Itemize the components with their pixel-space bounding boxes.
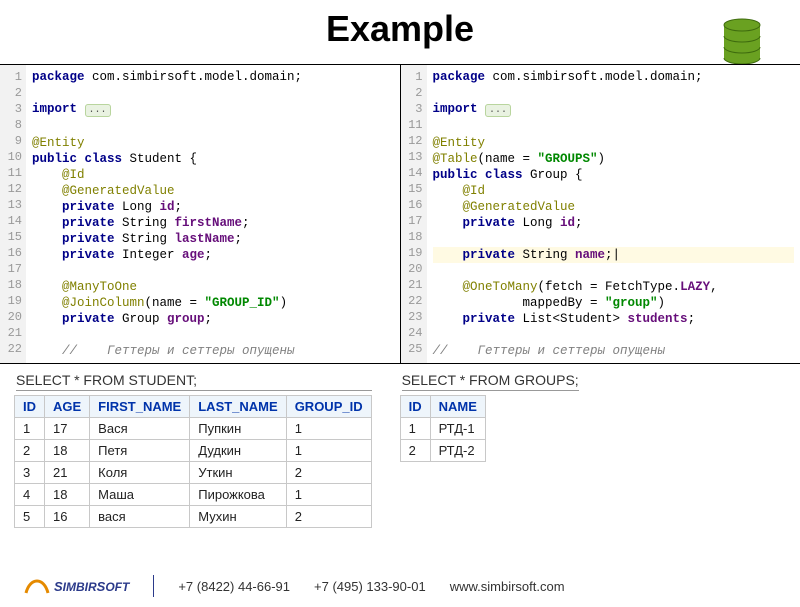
table-header: AGE xyxy=(45,396,90,418)
footer-phone-1: +7 (8422) 44-66-91 xyxy=(178,579,290,594)
table-header: NAME xyxy=(430,396,485,418)
table-title: SELECT * FROM STUDENT; xyxy=(16,372,372,391)
line-numbers: 1238910111213141516171819202122 xyxy=(0,65,26,363)
table-student: IDAGEFIRST_NAMELAST_NAMEGROUP_ID117ВасяП… xyxy=(14,395,372,528)
tables-row: SELECT * FROM STUDENT; IDAGEFIRST_NAMELA… xyxy=(0,370,800,528)
code-panel-group: 123111213141516171819202122232425 packag… xyxy=(401,65,800,363)
code-panels: 1238910111213141516171819202122 package … xyxy=(0,64,800,364)
table-block-student: SELECT * FROM STUDENT; IDAGEFIRST_NAMELA… xyxy=(14,370,372,528)
table-row: 321КоляУткин2 xyxy=(15,462,372,484)
swoosh-icon xyxy=(24,575,50,597)
code-area: package com.simbirsoft.model.domain; imp… xyxy=(26,65,400,363)
code-area: package com.simbirsoft.model.domain; imp… xyxy=(427,65,800,363)
table-header: ID xyxy=(15,396,45,418)
footer-site: www.simbirsoft.com xyxy=(450,579,565,594)
code-panel-student: 1238910111213141516171819202122 package … xyxy=(0,65,401,363)
table-groups: IDNAME1РТД-12РТД-2 xyxy=(400,395,486,462)
database-icon xyxy=(720,18,764,69)
table-row: 516васяМухин2 xyxy=(15,506,372,528)
separator xyxy=(153,575,154,597)
table-header: ID xyxy=(400,396,430,418)
table-row: 1РТД-1 xyxy=(400,418,485,440)
footer: SIMBIRSOFT +7 (8422) 44-66-91 +7 (495) 1… xyxy=(0,575,800,597)
table-row: 117ВасяПупкин1 xyxy=(15,418,372,440)
table-block-groups: SELECT * FROM GROUPS; IDNAME1РТД-12РТД-2 xyxy=(400,370,579,528)
table-row: 418МашаПирожкова1 xyxy=(15,484,372,506)
table-title: SELECT * FROM GROUPS; xyxy=(402,372,579,391)
table-row: 2РТД-2 xyxy=(400,440,485,462)
simbirsoft-logo: SIMBIRSOFT xyxy=(24,575,129,597)
table-header: GROUP_ID xyxy=(286,396,371,418)
page-title: Example xyxy=(0,8,800,50)
footer-phone-2: +7 (495) 133-90-01 xyxy=(314,579,426,594)
table-header: LAST_NAME xyxy=(190,396,286,418)
table-header: FIRST_NAME xyxy=(90,396,190,418)
table-row: 218ПетяДудкин1 xyxy=(15,440,372,462)
line-numbers: 123111213141516171819202122232425 xyxy=(401,65,427,363)
